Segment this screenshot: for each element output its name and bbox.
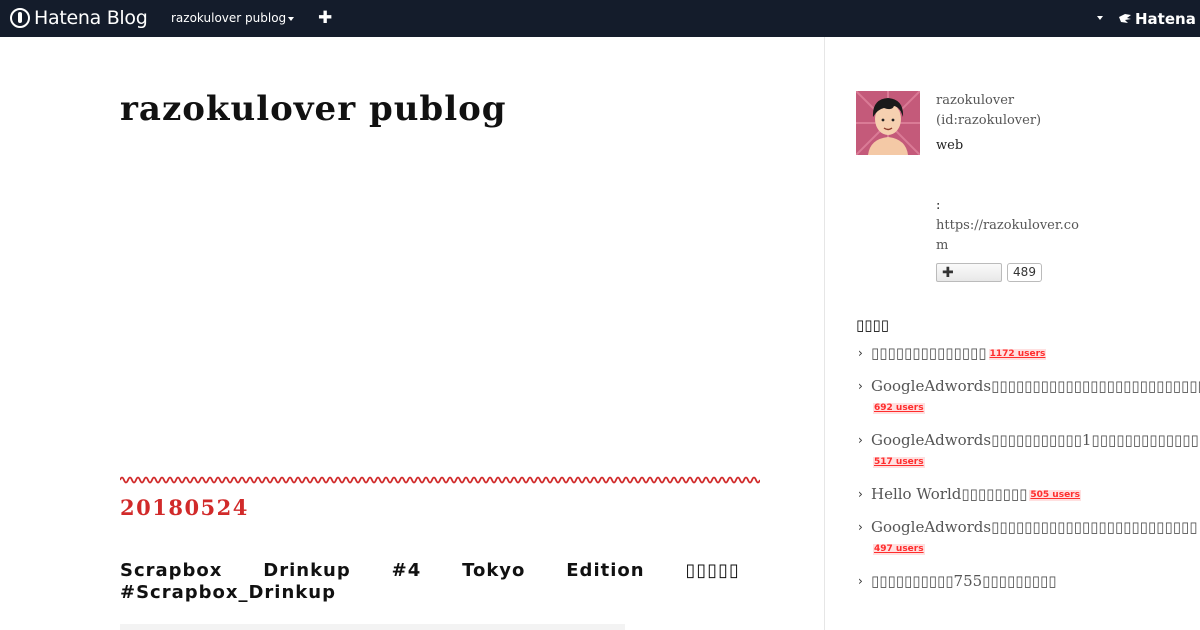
- bookmark-users-badge[interactable]: 497 users: [873, 544, 925, 555]
- popular-entry-title[interactable]: GoogleAdwords▯▯▯▯▯▯▯▯▯▯▯▯▯▯▯▯▯▯▯▯▯▯▯▯▯▯▯…: [871, 377, 1200, 395]
- follower-count[interactable]: 489: [1007, 263, 1042, 282]
- wavy-divider: [120, 476, 760, 484]
- profile-name[interactable]: razokulover: [936, 91, 1014, 111]
- avatar-image: [856, 91, 920, 155]
- profile-url-link[interactable]: https://razokulover.com: [936, 216, 1082, 256]
- popular-entry: › ▯▯▯▯▯▯▯▯▯▯▯▯▯▯ 1172 users: [856, 343, 1086, 364]
- hatena-blog-logo[interactable]: Hatena Blog: [10, 7, 148, 29]
- follow-button[interactable]: ✚: [936, 263, 1002, 282]
- bookmark-users-badge[interactable]: 517 users: [873, 457, 925, 468]
- hatena-bird-icon: [1119, 14, 1131, 23]
- entry-title-word: Edition: [566, 560, 645, 581]
- chevron-right-icon: ›: [858, 433, 863, 447]
- bookmark-users-badge[interactable]: 1172 users: [988, 349, 1047, 360]
- user-menu-caret-icon[interactable]: [1097, 16, 1103, 20]
- popular-entry-title[interactable]: ▯▯▯▯▯▯▯▯▯▯755▯▯▯▯▯▯▯▯▯: [871, 572, 1056, 590]
- entry-title-word: Drinkup: [263, 560, 351, 581]
- caret-down-icon: [288, 16, 295, 21]
- plus-icon: ✚: [942, 265, 954, 281]
- main-column: razokulover publog 20180524 Scrapbox Drin…: [0, 37, 825, 630]
- popular-entry: › Hello World▯▯▯▯▯▯▯▯ 505 users: [856, 484, 1086, 505]
- popular-entry-title[interactable]: ▯▯▯▯▯▯▯▯▯▯▯▯▯▯: [871, 344, 987, 362]
- blog-switcher-menu[interactable]: razokulover publog: [171, 11, 295, 25]
- profile-description: web: [936, 138, 964, 153]
- chevron-right-icon: ›: [858, 379, 863, 393]
- popular-entry-title[interactable]: GoogleAdwords▯▯▯▯▯▯▯▯▯▯▯▯▯▯▯▯▯▯▯▯▯▯▯▯▯: [871, 518, 1197, 536]
- entry-title[interactable]: Scrapbox Drinkup #4 Tokyo Edition ▯▯▯▯▯ #Scra…: [120, 560, 740, 604]
- entry-date[interactable]: 20180524: [120, 495, 249, 520]
- hatena-logo[interactable]: Hatena: [1118, 10, 1196, 28]
- entry-body-preview: [120, 624, 625, 630]
- entry-title-word: #4: [391, 560, 422, 581]
- hatena-blog-logo-text: Hatena Blog: [34, 7, 148, 29]
- sidebar: razokulover (id:razokulover) web : https…: [826, 37, 1200, 630]
- popular-entry: › GoogleAdwords▯▯▯▯▯▯▯▯▯▯▯▯▯▯▯▯▯▯▯▯▯▯▯▯▯▯…: [856, 376, 1200, 418]
- hatena-logo-text: Hatena: [1135, 10, 1196, 28]
- bookmark-users-badge[interactable]: 505 users: [1029, 490, 1081, 501]
- bookmark-users-badge[interactable]: 692 users: [873, 403, 925, 414]
- hatena-blog-logo-icon: [10, 8, 30, 28]
- global-header: Hatena Blog razokulover publog ✚ Hatena: [0, 0, 1200, 37]
- profile-id: (id:razokulover): [936, 113, 1042, 128]
- popular-entries-list: › ▯▯▯▯▯▯▯▯▯▯▯▯▯▯ 1172 users › GoogleAdwords▯…: [856, 343, 1200, 604]
- entry-title-line-2: #Scrapbox_Drinkup: [120, 582, 336, 603]
- profile-url-label: :: [936, 198, 941, 213]
- popular-entry: › GoogleAdwords▯▯▯▯▯▯▯▯▯▯▯▯▯▯▯▯▯▯▯▯▯▯▯▯▯ 4…: [856, 517, 1197, 559]
- chevron-right-icon: ›: [858, 520, 863, 534]
- chevron-right-icon: ›: [858, 346, 863, 360]
- popular-entry-title[interactable]: GoogleAdwords▯▯▯▯▯▯▯▯▯▯▯1▯▯▯▯▯▯▯▯▯▯▯▯▯▯▯…: [871, 431, 1200, 449]
- avatar[interactable]: [856, 91, 920, 155]
- blog-title[interactable]: razokulover publog: [120, 89, 507, 129]
- chevron-right-icon: ›: [858, 487, 863, 501]
- popular-entry: › GoogleAdwords▯▯▯▯▯▯▯▯▯▯▯1▯▯▯▯▯▯▯▯▯▯▯▯▯▯…: [856, 430, 1200, 472]
- chevron-right-icon: ›: [858, 574, 863, 588]
- entry-title-word: Scrapbox: [120, 560, 223, 581]
- entry-title-line-1: Scrapbox Drinkup #4 Tokyo Edition ▯▯▯▯▯: [120, 560, 740, 582]
- popular-entry: › ▯▯▯▯▯▯▯▯▯▯755▯▯▯▯▯▯▯▯▯: [856, 571, 1086, 592]
- popular-entry-title[interactable]: Hello World▯▯▯▯▯▯▯▯: [871, 485, 1027, 503]
- ad-space: [120, 162, 760, 462]
- add-entry-button[interactable]: ✚: [318, 8, 332, 28]
- popular-entries-heading: ▯▯▯▯: [856, 316, 890, 334]
- entry-title-word: Tokyo: [462, 560, 526, 581]
- entry-title-word: ▯▯▯▯▯: [685, 560, 740, 581]
- blog-switcher-label: razokulover publog: [171, 11, 287, 25]
